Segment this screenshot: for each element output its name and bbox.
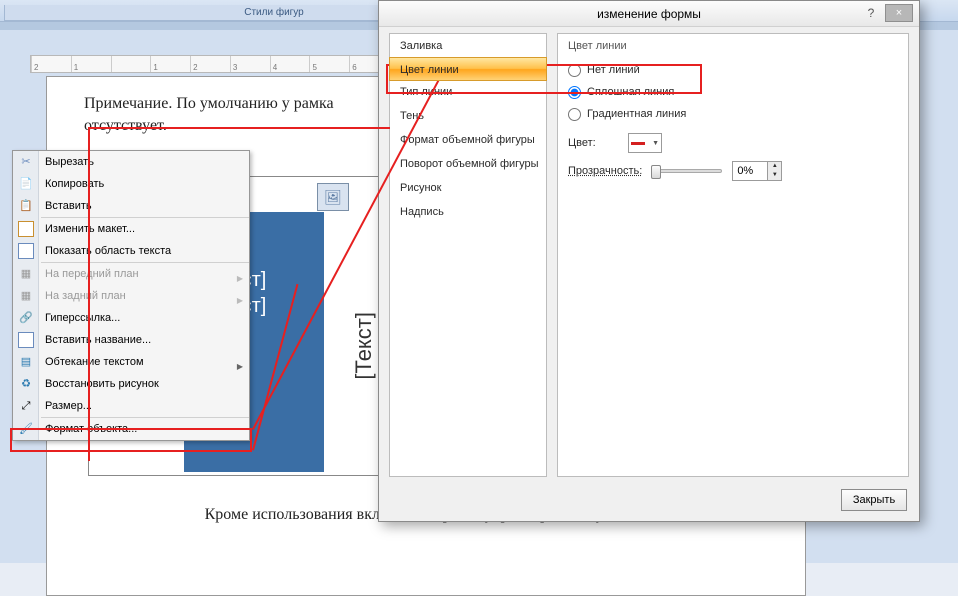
dialog-title: изменение формы [597, 7, 701, 21]
chevron-down-icon: ▼ [652, 140, 659, 147]
ctx-copy[interactable]: 📄Копировать [13, 173, 249, 195]
hyperlink-icon: 🔗 [18, 310, 34, 326]
color-preview-icon [631, 142, 645, 145]
ctx-send-back: ▦На задний план▶ [13, 285, 249, 307]
spinner-down-icon[interactable]: ▼ [768, 171, 781, 180]
caption-icon [18, 332, 34, 348]
bring-front-icon: ▦ [18, 266, 34, 282]
dialog-sidebar: Заливка Цвет линии Тип линии Тень Формат… [389, 33, 547, 477]
radio-label: Нет линий [587, 60, 640, 80]
ctx-insert-caption[interactable]: Вставить название... [13, 329, 249, 351]
ctx-bring-front: ▦На передний план▶ [13, 263, 249, 285]
sidebar-item-shadow[interactable]: Тень [390, 104, 546, 128]
sidebar-item-line-type[interactable]: Тип линии [390, 80, 546, 104]
dialog-body: Заливка Цвет линии Тип линии Тень Формат… [389, 33, 909, 477]
format-icon: 🖌 [18, 421, 34, 437]
text-wrap-icon: ▤ [18, 354, 34, 370]
spinner-arrows[interactable]: ▲ ▼ [768, 161, 782, 181]
ctx-cut[interactable]: ✂Вырезать [13, 151, 249, 173]
spinner-up-icon[interactable]: ▲ [768, 162, 781, 171]
sidebar-item-picture[interactable]: Рисунок [390, 176, 546, 200]
ctx-format-object[interactable]: 🖌Формат объекта... [13, 418, 249, 440]
transparency-input[interactable] [732, 161, 768, 181]
picture-placeholder-icon[interactable]: 🖼 [317, 183, 349, 211]
radio-gradient-line[interactable] [568, 108, 581, 121]
horizontal-ruler: 2 1 1 2 3 4 5 6 [30, 55, 390, 73]
format-shape-dialog: изменение формы ? × Заливка Цвет линии Т… [378, 0, 920, 522]
radio-no-line[interactable] [568, 64, 581, 77]
panel-heading: Цвет линии [568, 40, 898, 54]
ribbon-group-label: Стили фигур [244, 7, 304, 18]
copy-icon: 📄 [18, 176, 34, 192]
option-solid-line[interactable]: Сплошная линия [568, 82, 898, 102]
transparency-label: Прозрачность: [568, 165, 642, 177]
ctx-change-layout[interactable]: Изменить макет... [13, 218, 249, 240]
option-no-line[interactable]: Нет линий [568, 60, 898, 80]
ctx-hyperlink[interactable]: 🔗Гиперссылка... [13, 307, 249, 329]
cut-icon: ✂ [18, 154, 34, 170]
color-label: Цвет: [568, 137, 628, 149]
size-icon: ⤢ [18, 398, 34, 414]
help-button[interactable]: ? [861, 4, 881, 22]
ctx-text-wrap[interactable]: ▤Обтекание текстом▶ [13, 351, 249, 373]
ctx-paste[interactable]: 📋Вставить [13, 195, 249, 217]
radio-label: Градиентная линия [587, 104, 686, 124]
sidebar-item-line-color[interactable]: Цвет линии [389, 57, 547, 81]
ctx-show-text-area[interactable]: Показать область текста [13, 240, 249, 262]
color-row: Цвет: ▼ [568, 132, 898, 154]
sidebar-item-fill[interactable]: Заливка [390, 34, 546, 58]
vertical-text: [Текст] [351, 312, 377, 380]
sidebar-item-textbox[interactable]: Надпись [390, 200, 546, 224]
layout-icon [18, 221, 34, 237]
dialog-titlebar: изменение формы ? × [379, 1, 919, 27]
restore-icon: ♻ [18, 376, 34, 392]
transparency-slider[interactable] [652, 169, 722, 173]
textarea-icon [18, 243, 34, 259]
paste-icon: 📋 [18, 198, 34, 214]
sidebar-item-3d-format[interactable]: Формат объемной фигуры [390, 128, 546, 152]
close-button[interactable]: × [885, 4, 913, 22]
dialog-main-panel: Цвет линии Нет линий Сплошная линия Град… [557, 33, 909, 477]
ctx-size[interactable]: ⤢Размер... [13, 395, 249, 417]
context-menu: ✂Вырезать 📄Копировать 📋Вставить Изменить… [12, 150, 250, 441]
slider-thumb[interactable] [651, 165, 661, 179]
radio-label: Сплошная линия [587, 82, 674, 102]
dialog-close-button[interactable]: Закрыть [841, 489, 907, 511]
dialog-footer: Закрыть [841, 489, 907, 511]
sidebar-item-3d-rotation[interactable]: Поворот объемной фигуры [390, 152, 546, 176]
ctx-reset-picture[interactable]: ♻Восстановить рисунок [13, 373, 249, 395]
color-picker[interactable]: ▼ [628, 133, 662, 153]
option-gradient-line[interactable]: Градиентная линия [568, 104, 898, 124]
note-paragraph: Примечание. По умолчанию у рамка отсутст… [84, 93, 394, 136]
send-back-icon: ▦ [18, 288, 34, 304]
radio-solid-line[interactable] [568, 86, 581, 99]
transparency-row: Прозрачность: ▲ ▼ [568, 160, 898, 182]
transparency-spinner[interactable]: ▲ ▼ [732, 161, 782, 181]
